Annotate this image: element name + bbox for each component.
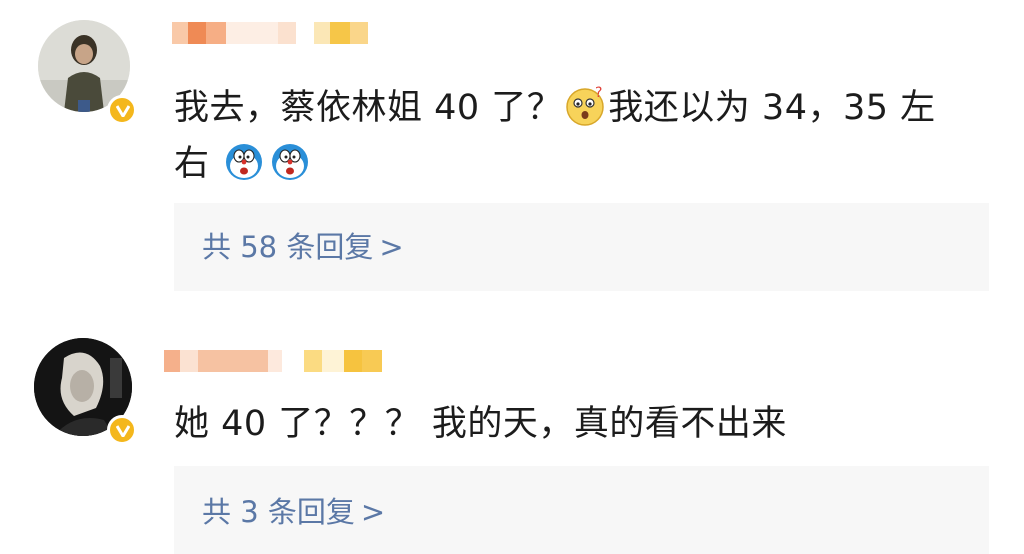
username-blurred[interactable] bbox=[164, 350, 382, 372]
chevron-right-icon: > bbox=[360, 495, 386, 529]
reply-box[interactable]: 共 3 条回复 > bbox=[174, 466, 989, 554]
reply-count-label: 共 3 条回复 bbox=[202, 495, 355, 529]
verified-badge-icon bbox=[107, 415, 137, 445]
comment-2: 她 40 了？？？ 我的天，真的看不出来 共 3 条回复 > bbox=[0, 0, 1024, 554]
comment-text: 她 40 了？？？ 我的天，真的看不出来 bbox=[174, 404, 787, 444]
view-replies-link[interactable]: 共 3 条回复 > bbox=[202, 494, 385, 530]
